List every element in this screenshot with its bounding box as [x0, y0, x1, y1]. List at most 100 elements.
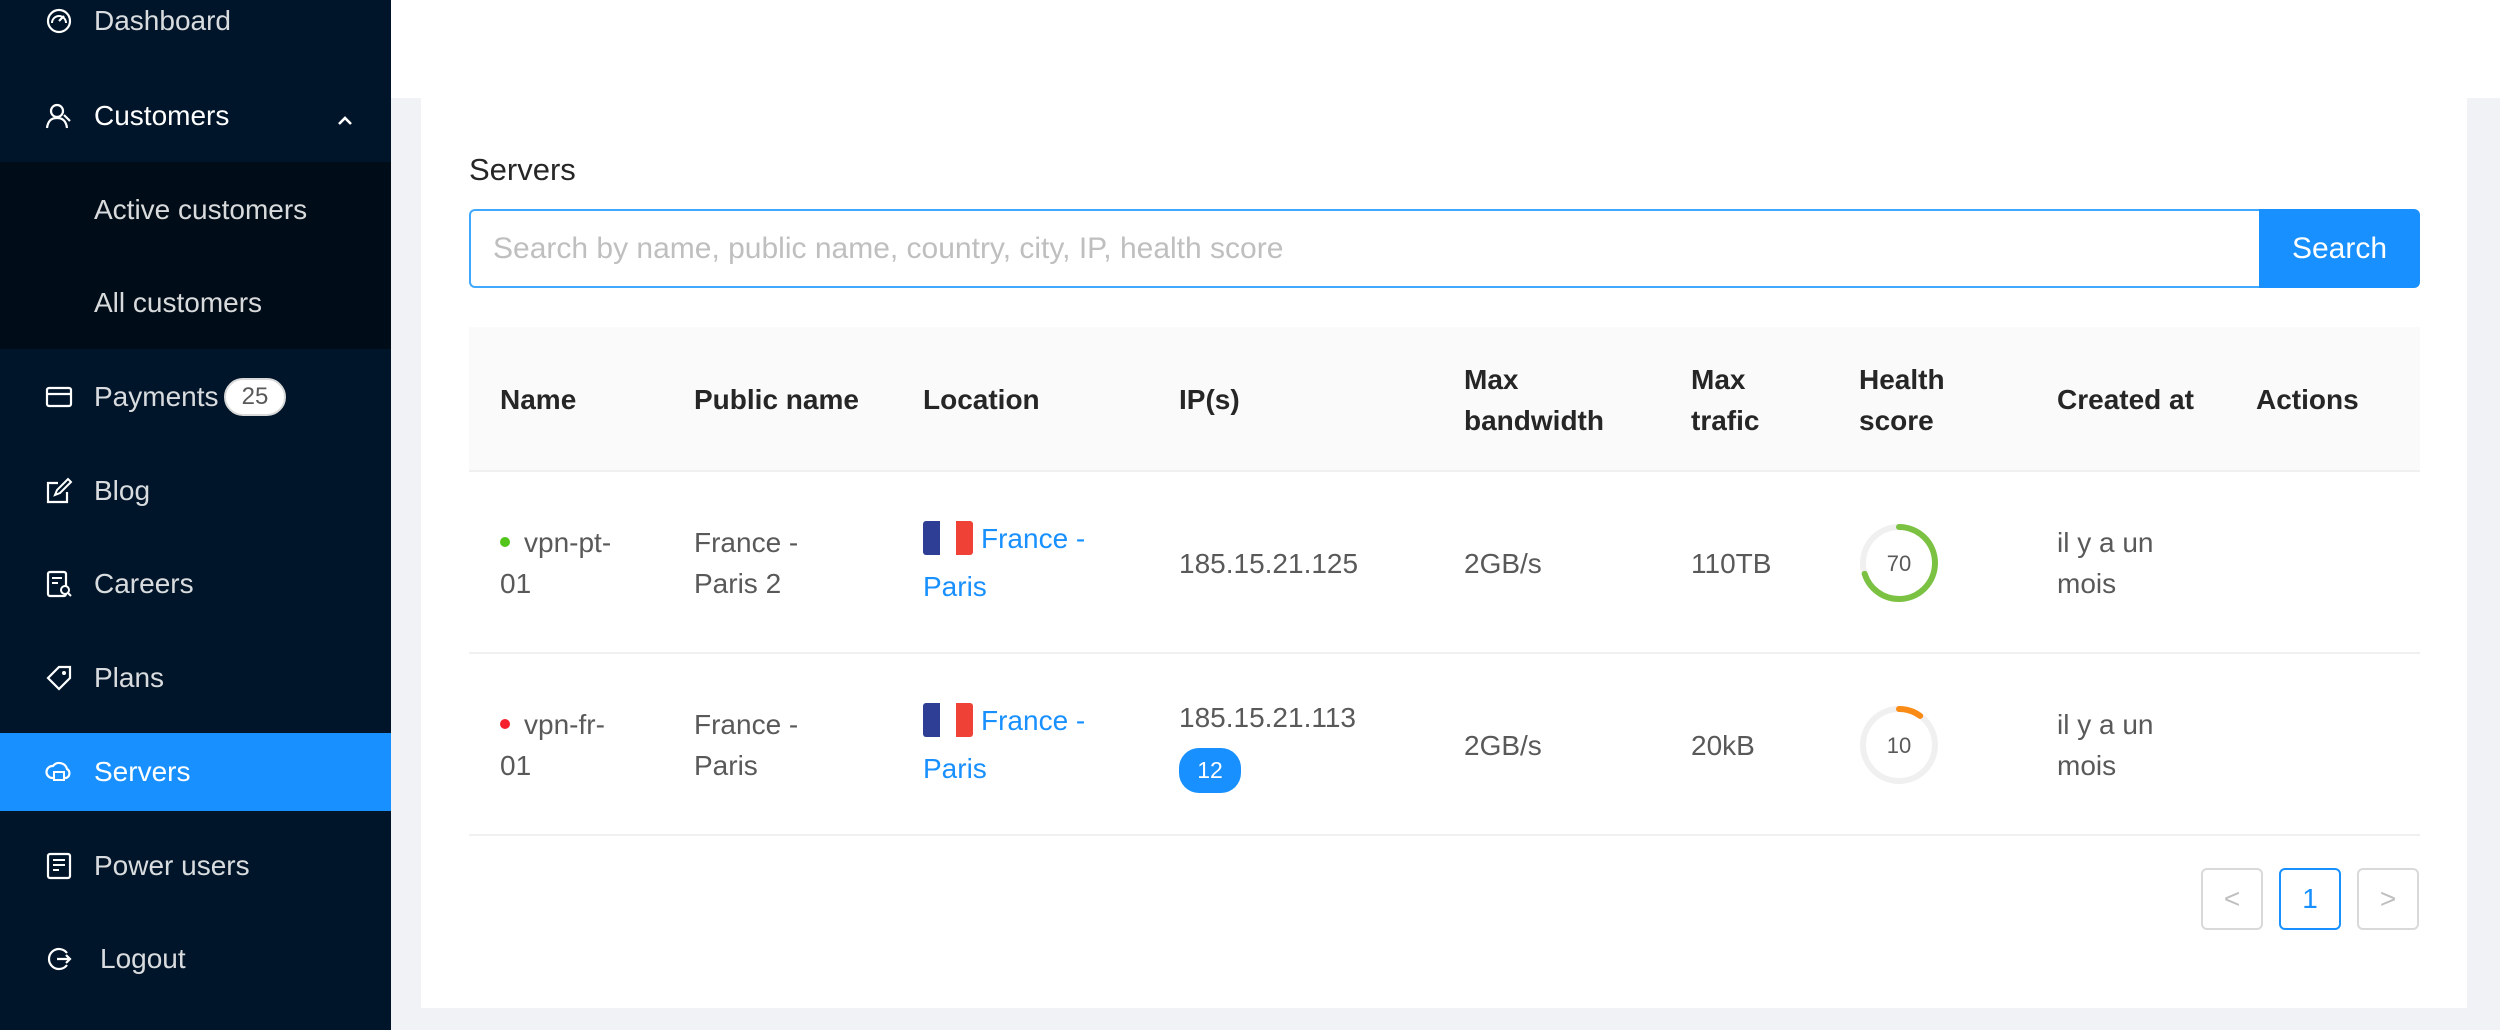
dashboard-icon — [44, 6, 74, 36]
page-title: Servers — [469, 152, 576, 187]
max-bandwidth-cell: 2GB/s — [1464, 547, 1542, 579]
search-bar: Search — [469, 209, 2420, 288]
public-name-cell: France - Paris 2 — [694, 472, 798, 654]
chevron-up-icon[interactable] — [335, 106, 355, 126]
created-at-cell: il y a un mois — [2057, 472, 2154, 654]
health-score-gauge: 70 — [1859, 523, 1939, 603]
column-header-health-score[interactable]: Health score — [1859, 327, 1945, 472]
server-name: vpn-fr- — [524, 709, 605, 740]
status-dot — [500, 718, 510, 729]
max-trafic-cell: 110TB — [1691, 547, 1772, 579]
column-header-name[interactable]: Name — [500, 327, 576, 472]
header-line: Max — [1464, 363, 1519, 395]
column-header-ips[interactable]: IP(s) — [1179, 327, 1240, 472]
public-name-cell: France - Paris — [694, 654, 798, 836]
sidebar-item-dashboard[interactable]: Dashboard — [0, 0, 391, 60]
created-at: mois — [2057, 750, 2117, 781]
created-at: il y a un — [2057, 709, 2154, 740]
sidebar-item-servers[interactable]: Servers — [0, 733, 391, 811]
location-link[interactable]: France - — [981, 523, 1085, 554]
created-at-cell: il y a un mois — [2057, 654, 2154, 836]
created-at: il y a un — [2057, 527, 2154, 558]
column-header-max-bandwidth[interactable]: Max bandwidth — [1464, 327, 1604, 472]
customers-icon — [44, 101, 74, 131]
sidebar-item-blog[interactable]: Blog — [0, 452, 391, 530]
status-dot — [500, 536, 510, 547]
header-line: score — [1859, 404, 1934, 436]
sidebar-item-active-customers[interactable]: Active customers — [0, 171, 391, 249]
location-cell: France - Paris — [923, 472, 1085, 654]
header-line: Max — [1691, 363, 1746, 395]
sidebar-item-label: Blog — [94, 475, 151, 506]
column-header-actions: Actions — [2256, 384, 2359, 415]
table-row[interactable]: vpn-fr- 01 France - Paris France - Paris … — [469, 654, 2420, 836]
sidebar-item-label: Active customers — [94, 194, 308, 225]
sidebar-item-label: Careers — [94, 568, 194, 599]
health-score-cell: 10 — [1859, 654, 1939, 836]
sidebar-item-label: Servers — [94, 756, 191, 787]
payments-count-badge: 25 — [224, 378, 286, 416]
pagination-prev-button[interactable]: < — [2201, 868, 2263, 930]
sidebar-item-all-customers[interactable]: All customers — [0, 264, 391, 342]
payments-icon — [44, 382, 74, 412]
france-flag-icon — [923, 520, 973, 555]
location-link[interactable]: Paris — [923, 563, 1085, 611]
sidebar-item-label: Dashboard — [94, 5, 231, 36]
top-header — [391, 0, 2500, 98]
health-score-value: 10 — [1886, 732, 1912, 758]
location-cell: France - Paris — [923, 654, 1085, 836]
sidebar-item-label: Plans — [94, 662, 165, 693]
pagination-page-1[interactable]: 1 — [2279, 868, 2341, 930]
header-line: trafic — [1691, 404, 1760, 436]
careers-icon — [44, 569, 74, 599]
power-users-icon — [44, 851, 74, 881]
server-name-cell: vpn-pt- 01 — [500, 472, 611, 654]
sidebar-item-logout[interactable]: Logout — [0, 920, 391, 998]
health-score-value: 70 — [1886, 550, 1912, 576]
sidebar-item-label: Customers — [94, 100, 230, 131]
health-score-gauge: 10 — [1859, 705, 1939, 785]
search-input[interactable] — [469, 209, 2261, 288]
sidebar-item-label: All customers — [94, 287, 263, 318]
public-name: Paris — [694, 750, 758, 781]
server-name-cell: vpn-fr- 01 — [500, 654, 605, 836]
logout-icon — [44, 944, 74, 974]
column-header-location[interactable]: Location — [923, 327, 1040, 472]
location-link[interactable]: Paris — [923, 745, 1085, 793]
server-name: 01 — [500, 568, 532, 599]
column-header-created-at[interactable]: Created at — [2057, 327, 2194, 472]
tag-icon — [44, 663, 74, 693]
cloud-server-icon — [44, 757, 74, 787]
ip-cell: 185.15.21.125 — [1179, 547, 1359, 579]
column-header-max-trafic[interactable]: Max trafic — [1691, 327, 1759, 472]
location-link[interactable]: France - — [981, 705, 1085, 736]
column-header-public-name[interactable]: Public name — [694, 327, 859, 472]
header-line: bandwidth — [1464, 404, 1604, 436]
ip-count-badge[interactable]: 12 — [1179, 748, 1241, 793]
created-at: mois — [2057, 568, 2117, 599]
public-name: France - — [694, 527, 799, 558]
sidebar-item-power-users[interactable]: Power users — [0, 827, 391, 905]
ip-cell: 185.15.21.113 12 — [1179, 654, 1356, 836]
max-trafic-cell: 20kB — [1691, 729, 1755, 761]
sidebar-item-plans[interactable]: Plans — [0, 639, 391, 717]
sidebar-item-payments[interactable]: Payments 25 — [0, 358, 391, 436]
sidebar-item-label: Power users — [94, 850, 250, 881]
ip-address: 185.15.21.113 — [1179, 702, 1356, 733]
public-name: France - — [694, 709, 799, 740]
sidebar-item-careers[interactable]: Careers — [0, 545, 391, 623]
health-score-cell: 70 — [1859, 472, 1939, 654]
france-flag-icon — [923, 702, 973, 737]
table-header: Name Public name Location IP(s) Max bandw… — [469, 327, 2420, 472]
blog-icon — [44, 476, 74, 506]
sidebar: Dashboard Customers Active customers All… — [0, 0, 391, 1030]
header-line: Health — [1859, 363, 1945, 395]
table-row[interactable]: vpn-pt- 01 France - Paris 2 France - Pari… — [469, 472, 2420, 654]
public-name: Paris 2 — [694, 568, 782, 599]
sidebar-item-label: Payments — [94, 381, 219, 412]
sidebar-item-customers[interactable]: Customers — [0, 77, 391, 155]
sidebar-item-label: Logout — [100, 943, 186, 974]
max-bandwidth-cell: 2GB/s — [1464, 729, 1542, 761]
pagination-next-button[interactable]: > — [2357, 868, 2419, 930]
search-button[interactable]: Search — [2259, 209, 2420, 288]
